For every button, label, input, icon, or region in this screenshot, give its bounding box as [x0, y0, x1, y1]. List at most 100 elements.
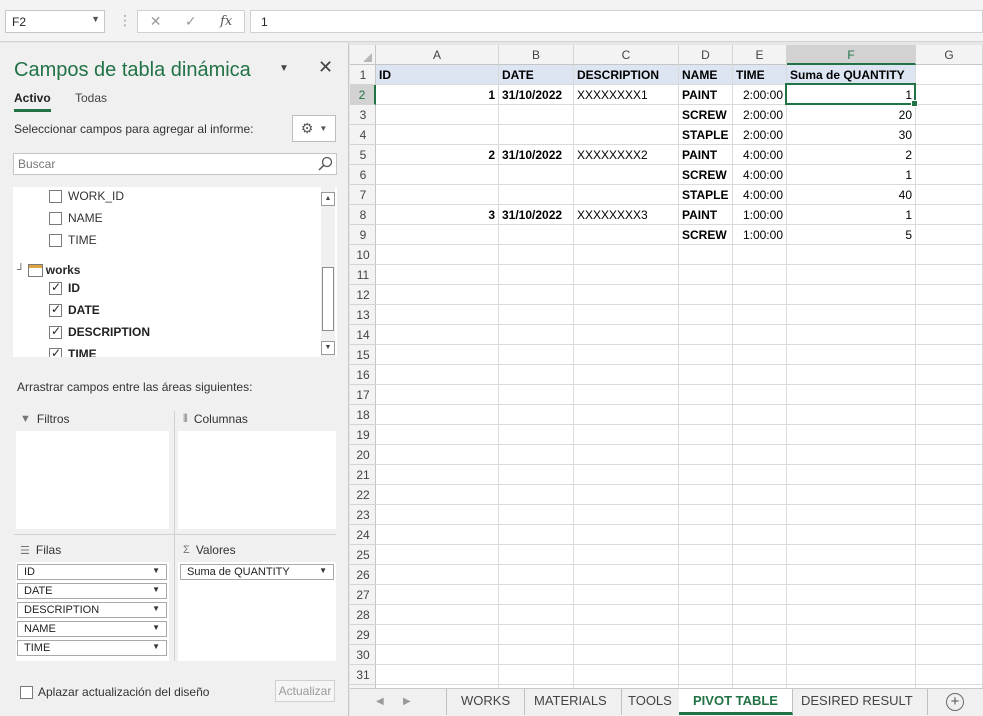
cell-time[interactable]: 2:00:00: [733, 125, 786, 144]
scroll-up-icon[interactable]: ▲: [321, 192, 335, 206]
drag-handle-icon[interactable]: ⋮: [118, 12, 132, 29]
row-header[interactable]: 23: [350, 505, 376, 525]
cell-name[interactable]: SCREW: [679, 225, 732, 244]
sheet-tab-pivot-table[interactable]: PIVOT TABLE: [679, 689, 793, 715]
cell-description[interactable]: XXXXXXXX3: [574, 205, 678, 224]
sheet-tab-works[interactable]: WORKS: [446, 689, 526, 715]
cell-id[interactable]: 2: [376, 145, 498, 164]
cell-name[interactable]: STAPLE: [679, 125, 732, 144]
select-all-button[interactable]: [350, 45, 376, 65]
field-list-settings-button[interactable]: ⚙ ▼: [292, 115, 336, 142]
update-button[interactable]: Actualizar: [275, 680, 335, 702]
checkbox[interactable]: [49, 189, 62, 203]
checkbox[interactable]: [49, 233, 62, 247]
close-icon[interactable]: ✕: [318, 57, 333, 78]
row-header[interactable]: 6: [350, 165, 376, 185]
column-header-e[interactable]: E: [733, 45, 787, 65]
row-header[interactable]: 5: [350, 145, 376, 165]
row-header[interactable]: 12: [350, 285, 376, 305]
formula-input[interactable]: 1: [250, 10, 983, 33]
panel-options-chevron-icon[interactable]: ▼: [279, 63, 289, 74]
pivot-header-id[interactable]: ID: [376, 65, 498, 84]
prev-sheet-icon[interactable]: ◀: [376, 696, 384, 707]
cell-name[interactable]: PAINT: [679, 205, 732, 224]
spreadsheet-grid[interactable]: A B C D E F G 1 2 3 4 5 6 7 8 9 10 11 12 13 14 15 16 17 1…: [350, 45, 983, 688]
pivot-header-name[interactable]: NAME: [679, 65, 732, 84]
cell-quantity[interactable]: 20: [787, 105, 915, 124]
field-item-description[interactable]: DESCRIPTION: [49, 324, 150, 339]
checkbox-checked[interactable]: [49, 280, 62, 295]
cells-area[interactable]: ID DATE DESCRIPTION NAME TIME Suma de QUANTIT…: [376, 65, 983, 688]
row-header[interactable]: 19: [350, 425, 376, 445]
active-cell-selection[interactable]: [785, 83, 918, 107]
chevron-down-icon[interactable]: ▼: [319, 566, 327, 575]
cell-quantity[interactable]: 1: [787, 205, 915, 224]
name-box[interactable]: F2 ▼: [5, 10, 105, 33]
tab-todas[interactable]: Todas: [75, 91, 107, 105]
columns-drop-area[interactable]: [178, 431, 336, 529]
pivot-header-time[interactable]: TIME: [733, 65, 786, 84]
defer-update-checkbox[interactable]: [20, 686, 33, 699]
row-header[interactable]: 22: [350, 485, 376, 505]
row-header[interactable]: 18: [350, 405, 376, 425]
cell-name[interactable]: SCREW: [679, 165, 732, 184]
field-item-date[interactable]: DATE: [49, 302, 100, 317]
row-header[interactable]: 30: [350, 645, 376, 665]
column-header-a[interactable]: A: [376, 45, 499, 65]
field-list-scrollbar[interactable]: ▲ ▼: [321, 187, 335, 357]
pivot-header-date[interactable]: DATE: [499, 65, 573, 84]
cell-time[interactable]: 4:00:00: [733, 185, 786, 204]
rows-drop-area[interactable]: ID ▼ DATE ▼ DESCRIPTION ▼ NAME ▼ TIME ▼: [16, 562, 169, 661]
cell-name[interactable]: SCREW: [679, 105, 732, 124]
row-header[interactable]: 4: [350, 125, 376, 145]
row-header[interactable]: 16: [350, 365, 376, 385]
cell-date[interactable]: 31/10/2022: [499, 85, 573, 104]
cell-name[interactable]: PAINT: [679, 145, 732, 164]
row-header[interactable]: 28: [350, 605, 376, 625]
cell-time[interactable]: 2:00:00: [733, 105, 786, 124]
sheet-tab-tools[interactable]: TOOLS: [614, 689, 687, 715]
checkbox[interactable]: [49, 211, 62, 225]
row-header[interactable]: 14: [350, 325, 376, 345]
chevron-down-icon[interactable]: ▼: [152, 623, 160, 632]
cell-quantity[interactable]: 40: [787, 185, 915, 204]
row-header[interactable]: 15: [350, 345, 376, 365]
cell-name[interactable]: STAPLE: [679, 185, 732, 204]
row-header[interactable]: 21: [350, 465, 376, 485]
cell-quantity[interactable]: 1: [787, 165, 915, 184]
column-header-g[interactable]: G: [916, 45, 983, 65]
cell-date[interactable]: 31/10/2022: [499, 145, 573, 164]
field-item-work-id[interactable]: WORK_ID: [49, 189, 124, 203]
values-drop-area[interactable]: Suma de QUANTITY ▼: [178, 562, 336, 661]
row-header[interactable]: 8: [350, 205, 376, 225]
checkbox-checked[interactable]: [49, 346, 62, 357]
field-item-id[interactable]: ID: [49, 280, 80, 295]
row-field-name[interactable]: NAME ▼: [17, 621, 167, 637]
row-header[interactable]: 25: [350, 545, 376, 565]
column-header-b[interactable]: B: [499, 45, 574, 65]
sheet-tab-desired-result[interactable]: DESIRED RESULT: [787, 689, 928, 715]
cell-time[interactable]: 4:00:00: [733, 165, 786, 184]
tree-collapse-icon[interactable]: ┘: [17, 264, 25, 276]
column-header-d[interactable]: D: [679, 45, 733, 65]
chevron-down-icon[interactable]: ▼: [152, 604, 160, 613]
scroll-down-icon[interactable]: ▼: [321, 341, 335, 355]
pivot-header-description[interactable]: DESCRIPTION: [574, 65, 678, 84]
row-header[interactable]: 31: [350, 665, 376, 685]
row-field-description[interactable]: DESCRIPTION ▼: [17, 602, 167, 618]
sheet-tab-materials[interactable]: MATERIALS: [520, 689, 622, 715]
cell-quantity[interactable]: 2: [787, 145, 915, 164]
row-header[interactable]: 3: [350, 105, 376, 125]
search-input[interactable]: Buscar: [13, 153, 337, 175]
cell-name[interactable]: PAINT: [679, 85, 732, 104]
field-item-time-works[interactable]: TIME: [49, 346, 97, 357]
row-header[interactable]: 9: [350, 225, 376, 245]
chevron-down-icon[interactable]: ▼: [152, 642, 160, 651]
cell-time[interactable]: 4:00:00: [733, 145, 786, 164]
row-header[interactable]: 10: [350, 245, 376, 265]
row-header[interactable]: 7: [350, 185, 376, 205]
x-icon[interactable]: ✕: [150, 13, 162, 30]
table-group-works[interactable]: ┘ works: [17, 263, 80, 277]
checkbox-checked[interactable]: [49, 302, 62, 317]
filters-drop-area[interactable]: [16, 431, 169, 529]
